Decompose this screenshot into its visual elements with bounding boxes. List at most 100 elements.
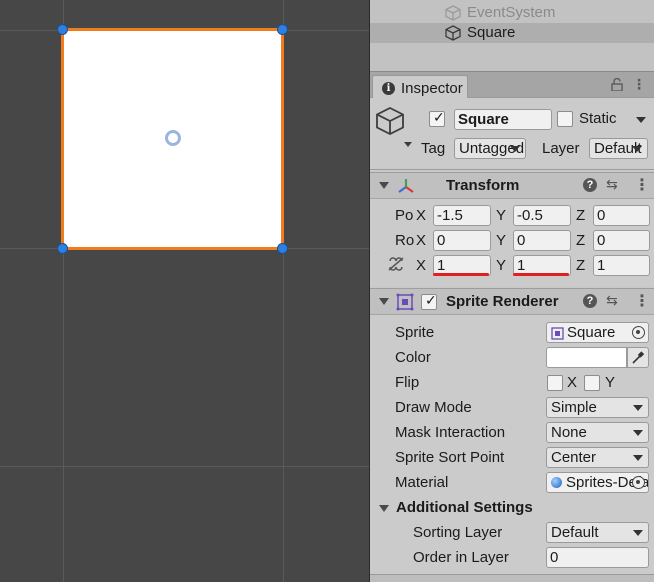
position-label: Po xyxy=(395,207,414,224)
order-in-layer-field[interactable]: 0 xyxy=(546,547,649,568)
chevron-down-icon xyxy=(633,430,643,436)
sprite-field[interactable]: Square xyxy=(546,322,649,343)
chevron-down-icon xyxy=(633,405,643,411)
mask-interaction-dropdown[interactable]: None xyxy=(546,422,649,443)
axis-y-label: Y xyxy=(496,207,507,224)
sorting-layer-dropdown[interactable]: Default xyxy=(546,522,649,543)
presets-icon[interactable]: ⇆ xyxy=(606,292,618,309)
static-label: Static xyxy=(579,110,617,127)
mask-interaction-label: Mask Interaction xyxy=(395,424,506,441)
panel-bottom-edge xyxy=(370,574,654,582)
position-z-field[interactable]: 0 xyxy=(593,205,650,226)
sprite-sort-point-dropdown[interactable]: Center xyxy=(546,447,649,468)
hierarchy-item-square[interactable]: Square xyxy=(370,23,654,43)
gameobject-icon xyxy=(445,5,461,25)
pivot-handle[interactable] xyxy=(165,130,181,146)
object-name-field[interactable]: Square xyxy=(454,109,552,130)
presets-icon[interactable]: ⇆ xyxy=(606,176,618,193)
help-icon[interactable]: ? xyxy=(583,294,597,308)
rect-handle-bottom-left[interactable] xyxy=(57,243,68,254)
rect-handle-bottom-right[interactable] xyxy=(277,243,288,254)
lock-icon[interactable] xyxy=(611,77,623,94)
axis-y-label: Y xyxy=(496,257,507,274)
flip-label: Flip xyxy=(395,374,420,391)
material-sphere-icon xyxy=(551,477,562,488)
object-picker-icon[interactable] xyxy=(632,326,645,339)
transform-title: Transform xyxy=(446,177,520,194)
chevron-down-icon xyxy=(632,146,642,152)
tag-dropdown[interactable]: Untagged xyxy=(454,138,526,159)
hierarchy-item-eventsystem[interactable]: EventSystem xyxy=(370,3,654,23)
constrain-proportions-icon[interactable] xyxy=(387,257,405,275)
kebab-menu-icon[interactable]: ⋮ xyxy=(632,76,646,93)
sorting-layer-label: Sorting Layer xyxy=(413,524,503,541)
rect-handle-top-left[interactable] xyxy=(57,24,68,35)
kebab-menu-icon[interactable]: ⋮ xyxy=(634,291,650,311)
info-icon: i xyxy=(382,82,395,95)
position-y-field[interactable]: -0.5 xyxy=(513,205,571,226)
layer-dropdown[interactable]: Default xyxy=(589,138,648,159)
rect-handle-top-right[interactable] xyxy=(277,24,288,35)
color-label: Color xyxy=(395,349,431,366)
static-checkbox[interactable] xyxy=(557,111,573,127)
position-x-field[interactable]: -1.5 xyxy=(433,205,491,226)
additional-settings-title[interactable]: Additional Settings xyxy=(396,499,533,516)
sprite-renderer-body: Sprite Square Color Flip X Y Draw Mode S… xyxy=(370,315,654,574)
material-field[interactable]: Sprites-Default xyxy=(546,472,649,493)
annotation-underline xyxy=(513,273,569,276)
tab-inspector[interactable]: i Inspector xyxy=(372,75,468,100)
sprite-label: Sprite xyxy=(395,324,435,341)
foldout-arrow-icon[interactable] xyxy=(379,182,389,189)
rotation-y-field[interactable]: 0 xyxy=(513,230,571,251)
foldout-arrow-icon[interactable] xyxy=(379,298,389,305)
draw-mode-dropdown[interactable]: Simple xyxy=(546,397,649,418)
object-header: ✓ Square Static Tag Untagged Layer Defau… xyxy=(370,98,654,170)
tag-label: Tag xyxy=(421,140,446,157)
axis-x-label: X xyxy=(416,257,427,274)
right-panel: EventSystem Square i Inspector ⋮ ✓ Squar… xyxy=(369,0,654,582)
gameobject-icon[interactable] xyxy=(376,106,412,156)
tab-inspector-label: Inspector xyxy=(401,80,463,97)
checkmark-icon: ✓ xyxy=(425,292,437,308)
sprite-renderer-enabled-checkbox[interactable]: ✓ xyxy=(421,292,437,310)
gameobject-icon xyxy=(445,25,461,45)
chevron-down-icon[interactable] xyxy=(636,117,646,123)
kebab-menu-icon[interactable]: ⋮ xyxy=(634,175,650,195)
sprite-value: Square xyxy=(567,324,616,341)
axis-x-label: X xyxy=(416,207,427,224)
rotation-z-field[interactable]: 0 xyxy=(593,230,650,251)
sorting-layer-value: Default xyxy=(551,524,599,541)
transform-header[interactable]: Transform ? ⇆ ⋮ xyxy=(370,172,654,199)
flip-x-checkbox[interactable] xyxy=(547,375,563,391)
grid-line xyxy=(0,466,369,467)
flip-y-checkbox[interactable] xyxy=(584,375,600,391)
rotation-label: Ro xyxy=(395,232,415,249)
axis-x-label: X xyxy=(416,232,427,249)
axis-y-label: Y xyxy=(496,232,507,249)
transform-icon xyxy=(397,178,415,198)
chevron-down-icon xyxy=(510,146,520,152)
mask-interaction-value: None xyxy=(551,424,587,441)
transform-body: Po X -1.5 Y -0.5 Z 0 Ro X 0 Y 0 Z 0 X 1 … xyxy=(370,199,654,287)
color-swatch[interactable] xyxy=(546,347,627,368)
active-checkbox[interactable]: ✓ xyxy=(429,109,445,127)
sprite-asset-icon xyxy=(551,326,564,342)
sprite-renderer-title: Sprite Renderer xyxy=(446,293,559,310)
eyedropper-icon[interactable] xyxy=(627,347,649,368)
hierarchy-item-label: Square xyxy=(467,24,516,41)
hierarchy-item-label: EventSystem xyxy=(467,4,556,21)
foldout-arrow-icon[interactable] xyxy=(379,505,389,512)
sprite-renderer-icon xyxy=(396,293,414,315)
flip-x-label: X xyxy=(567,374,578,391)
rotation-x-field[interactable]: 0 xyxy=(433,230,491,251)
scene-view[interactable] xyxy=(0,0,369,582)
annotation-underline xyxy=(433,273,489,276)
object-picker-icon[interactable] xyxy=(632,476,645,489)
scale-z-field[interactable]: 1 xyxy=(593,255,650,276)
axis-z-label: Z xyxy=(576,232,586,249)
sprite-renderer-header[interactable]: ✓ Sprite Renderer ? ⇆ ⋮ xyxy=(370,288,654,315)
hierarchy-panel: EventSystem Square xyxy=(370,0,654,71)
draw-mode-label: Draw Mode xyxy=(395,399,472,416)
chevron-down-icon xyxy=(633,530,643,536)
help-icon[interactable]: ? xyxy=(583,178,597,192)
